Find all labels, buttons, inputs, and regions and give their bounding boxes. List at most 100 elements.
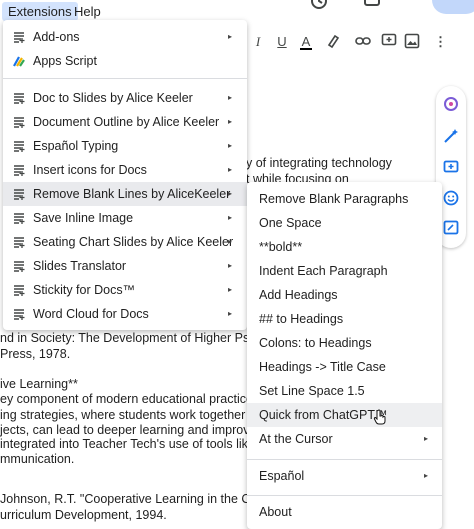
emoji-icon[interactable] [443, 190, 459, 206]
menu-item-label: Remove Blank Paragraphs [259, 192, 409, 206]
menu-item-apps-script[interactable]: Apps Script [3, 49, 247, 73]
chevron-right-icon: ▸ [228, 285, 233, 294]
menu-item-label: Document Outline by Alice Keeler [33, 115, 220, 129]
chevron-right-icon: ▸ [228, 141, 233, 150]
chevron-right-icon: ▸ [228, 165, 233, 174]
hand-cursor-icon [373, 409, 386, 425]
history-icon[interactable] [310, 0, 328, 10]
addon-icon [14, 141, 25, 152]
submenu-item-headings-title-case[interactable]: Headings -> Title Case [247, 355, 442, 379]
menu-item-label: Seating Chart Slides by Alice Keeler [33, 235, 234, 249]
menu-item-label: Remove Blank Lines by AliceKeeler [33, 187, 231, 201]
share-button[interactable] [432, 0, 474, 14]
underline-button[interactable]: U [276, 33, 288, 51]
submenu-item-espanol[interactable]: Español ▸ [247, 464, 442, 488]
submenu-item-hash-to-headings[interactable]: ## to Headings [247, 307, 442, 331]
add-comment-icon[interactable] [381, 33, 397, 49]
menu-item-label: Add Headings [259, 288, 338, 302]
menu-item-label: Word Cloud for Docs [33, 307, 149, 321]
addon-icon [14, 165, 25, 176]
menu-item-save-inline-image[interactable]: Save Inline Image ▸ [3, 206, 247, 230]
addon-icon [14, 285, 25, 296]
highlight-icon[interactable] [325, 33, 341, 49]
remove-blank-lines-submenu: Remove Blank Paragraphs One Space **bold… [247, 182, 442, 529]
comment-icon[interactable] [363, 0, 381, 10]
apps-script-icon [13, 56, 25, 67]
menu-item-label: ## to Headings [259, 312, 344, 326]
text-color-button[interactable]: A [300, 33, 312, 50]
submenu-item-bold[interactable]: **bold** [247, 235, 442, 259]
document-line: jects, can lead to deeper learning and i… [0, 423, 281, 437]
menu-item-espanol-typing[interactable]: Español Typing ▸ [3, 134, 247, 158]
chevron-right-icon: ▸ [228, 237, 233, 246]
add-comment-icon[interactable] [443, 160, 459, 176]
menu-item-label: Español Typing [33, 139, 119, 153]
insert-image-icon[interactable] [404, 33, 420, 49]
menu-help[interactable]: Help [68, 2, 107, 21]
magic-pen-icon[interactable] [443, 128, 459, 144]
menu-item-label: **bold** [259, 240, 303, 254]
chevron-right-icon: ▸ [228, 261, 233, 270]
submenu-item-quick-from-chatgpt[interactable]: Quick from ChatGPT™ [247, 403, 442, 427]
addon-icon [14, 237, 25, 248]
addon-icon [14, 32, 25, 43]
menu-item-label: Headings -> Title Case [259, 360, 386, 374]
menu-item-label: Stickity for Docs™ [33, 283, 136, 297]
submenu-item-set-line-space[interactable]: Set Line Space 1.5 [247, 379, 442, 403]
menu-item-label: Insert icons for Docs [33, 163, 147, 177]
submenu-item-indent-each-paragraph[interactable]: Indent Each Paragraph [247, 259, 442, 283]
menu-item-remove-blank-lines[interactable]: Remove Blank Lines by AliceKeeler ▸ [3, 182, 247, 206]
suggest-edits-icon[interactable] [443, 220, 459, 236]
document-line: nd in Society: The Development of Higher… [0, 331, 279, 345]
menu-item-label: Set Line Space 1.5 [259, 384, 365, 398]
menu-item-label: Add-ons [33, 30, 80, 44]
chevron-right-icon: ▸ [228, 309, 233, 318]
menu-item-doc-to-slides[interactable]: Doc to Slides by Alice Keeler ▸ [3, 86, 247, 110]
addon-icon [14, 261, 25, 272]
menu-item-seating-chart[interactable]: Seating Chart Slides by Alice Keeler ▸ [3, 230, 247, 254]
menu-item-word-cloud[interactable]: Word Cloud for Docs ▸ [3, 302, 247, 326]
menu-item-stickity[interactable]: Stickity for Docs™ ▸ [3, 278, 247, 302]
menu-item-insert-icons[interactable]: Insert icons for Docs ▸ [3, 158, 247, 182]
submenu-item-at-the-cursor[interactable]: At the Cursor ▸ [247, 427, 442, 451]
addon-icon [14, 93, 25, 104]
document-line: urriculum Development, 1994. [0, 508, 167, 522]
menu-divider [247, 459, 442, 460]
document-line: Johnson, R.T. "Cooperative Learning in t… [0, 492, 277, 506]
menu-item-label: One Space [259, 216, 322, 230]
menu-item-label: About [259, 505, 292, 519]
more-options-button[interactable]: ⋮ [434, 33, 447, 51]
submenu-item-colons-to-headings[interactable]: Colons: to Headings [247, 331, 442, 355]
submenu-item-add-headings[interactable]: Add Headings [247, 283, 442, 307]
submenu-item-about[interactable]: About [247, 500, 442, 524]
menu-item-label: At the Cursor [259, 432, 333, 446]
chevron-right-icon: ▸ [228, 213, 233, 222]
menu-extensions[interactable]: Extensions [2, 2, 78, 21]
link-icon[interactable] [355, 34, 371, 48]
menu-item-label: Indent Each Paragraph [259, 264, 388, 278]
submenu-item-one-space[interactable]: One Space [247, 211, 442, 235]
addon-icon [14, 117, 25, 128]
addon-icon [14, 189, 25, 200]
menu-item-slides-translator[interactable]: Slides Translator ▸ [3, 254, 247, 278]
menu-item-document-outline[interactable]: Document Outline by Alice Keeler ▸ [3, 110, 247, 134]
extensions-menu: Add-ons ▸ Apps Script Doc to Slides by A… [3, 20, 247, 330]
gemini-icon[interactable] [443, 96, 459, 112]
document-line: ive Learning** [0, 377, 78, 391]
menu-item-label: Apps Script [33, 54, 97, 68]
chevron-right-icon: ▸ [228, 32, 233, 41]
chevron-right-icon: ▸ [424, 471, 429, 480]
submenu-item-remove-blank-paragraphs[interactable]: Remove Blank Paragraphs [247, 187, 442, 211]
menu-item-label: Quick from ChatGPT™ [259, 408, 388, 422]
chevron-right-icon: ▸ [228, 189, 233, 198]
menu-divider [3, 78, 247, 79]
italic-button[interactable]: I [252, 33, 264, 51]
menu-item-label: Slides Translator [33, 259, 127, 273]
document-line: ey component of modern educational pract… [0, 392, 283, 406]
chevron-right-icon: ▸ [228, 117, 233, 126]
chevron-right-icon: ▸ [228, 93, 233, 102]
menu-item-add-ons[interactable]: Add-ons ▸ [3, 25, 247, 49]
document-line: integrated into Teacher Tech's use of to… [0, 437, 276, 451]
menu-item-label: Doc to Slides by Alice Keeler [33, 91, 193, 105]
document-line: ing strategies, where students work toge… [0, 408, 285, 422]
